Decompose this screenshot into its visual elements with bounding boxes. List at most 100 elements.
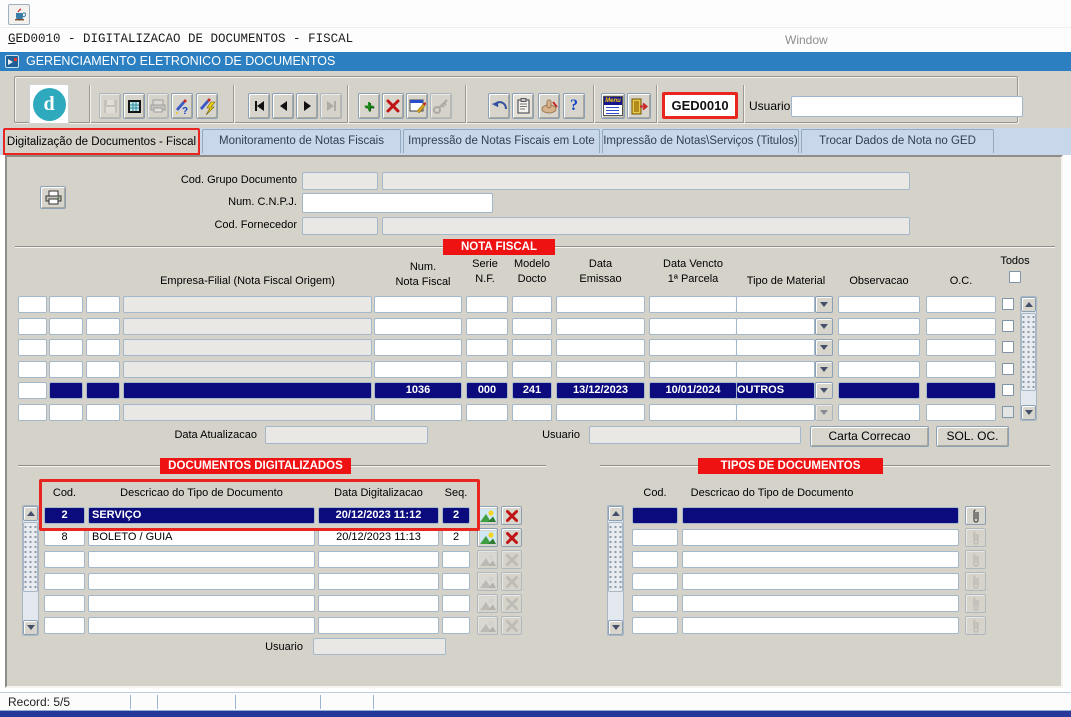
nf-oc-field[interactable] xyxy=(926,318,996,335)
menu-window-item[interactable]: Window xyxy=(785,33,828,47)
tipo-descricao-field[interactable] xyxy=(682,573,959,590)
tipo-material-dropdown[interactable] xyxy=(815,296,833,313)
menu-button[interactable]: Menu xyxy=(601,93,625,119)
nf-serie-field[interactable] xyxy=(466,339,508,356)
nf-modelo-field[interactable] xyxy=(512,318,552,335)
nf-row-checkbox[interactable] xyxy=(1002,384,1014,396)
nf-empresa-field[interactable] xyxy=(123,382,372,399)
todos-checkbox[interactable] xyxy=(1009,271,1021,283)
nf-vencto-field[interactable] xyxy=(649,339,737,356)
tipo-material-dropdown[interactable] xyxy=(815,382,833,399)
nf-tipo-material-field[interactable] xyxy=(736,296,815,313)
nf-serie-field[interactable]: 000 xyxy=(466,382,508,399)
nf-row-checkbox[interactable] xyxy=(1002,406,1014,418)
nf-sel-cell[interactable] xyxy=(86,404,120,421)
nf-row-checkbox[interactable] xyxy=(1002,363,1014,375)
nf-sel-cell[interactable] xyxy=(49,296,83,313)
exit-button[interactable] xyxy=(627,93,651,119)
nf-sel-cell[interactable] xyxy=(49,318,83,335)
tab-digitalizacao-documentos-fiscal[interactable]: Digitalização de Documentos - Fiscal xyxy=(3,128,200,155)
nf-sel-cell[interactable] xyxy=(18,296,47,313)
nf-num-field[interactable]: 1036 xyxy=(374,382,462,399)
tab-impressao-notas-servicos-titulos[interactable]: Impressão de Notas\Serviços (Titulos) xyxy=(602,129,799,153)
nf-tipo-material-field[interactable] xyxy=(736,339,815,356)
nf-modelo-field[interactable] xyxy=(512,404,552,421)
undo-button[interactable] xyxy=(488,93,510,119)
nf-sel-cell[interactable] xyxy=(86,382,120,399)
nf-vencto-field[interactable] xyxy=(649,296,737,313)
nf-oc-field[interactable] xyxy=(926,361,996,378)
tab-monitoramento-notas-fiscais[interactable]: Monitoramento de Notas Fiscais xyxy=(202,129,401,153)
nf-vencto-field[interactable]: 10/01/2024 xyxy=(649,382,737,399)
nf-num-field[interactable] xyxy=(374,296,462,313)
nf-vencto-field[interactable] xyxy=(649,404,737,421)
nf-observacao-field[interactable] xyxy=(838,318,920,335)
toolbar-usuario-input[interactable] xyxy=(791,96,1023,117)
nf-sel-cell[interactable] xyxy=(18,382,47,399)
first-record-button[interactable] xyxy=(248,93,270,119)
nf-oc-field[interactable] xyxy=(926,296,996,313)
nf-sel-cell[interactable] xyxy=(86,296,120,313)
tipo-cod-field[interactable] xyxy=(632,595,678,612)
nf-serie-field[interactable] xyxy=(466,361,508,378)
tipo-descricao-field[interactable] xyxy=(682,617,959,634)
nf-serie-field[interactable] xyxy=(466,404,508,421)
tipo-material-dropdown[interactable] xyxy=(815,318,833,335)
clipboard-button[interactable] xyxy=(512,93,534,119)
tipo-descricao-field[interactable] xyxy=(682,551,959,568)
num-cnpj-input[interactable] xyxy=(302,193,493,213)
nf-oc-field[interactable] xyxy=(926,339,996,356)
tipo-descricao-field[interactable] xyxy=(682,529,959,546)
nf-vencto-field[interactable] xyxy=(649,361,737,378)
scroll-down-button[interactable] xyxy=(1021,405,1036,420)
nf-num-field[interactable] xyxy=(374,318,462,335)
nf-observacao-field[interactable] xyxy=(838,382,920,399)
nf-emissao-field[interactable] xyxy=(556,318,645,335)
nf-oc-field[interactable] xyxy=(926,382,996,399)
nf-observacao-field[interactable] xyxy=(838,339,920,356)
nf-sel-cell[interactable] xyxy=(18,339,47,356)
nf-sel-cell[interactable] xyxy=(49,361,83,378)
nf-row-checkbox[interactable] xyxy=(1002,298,1014,310)
enter-query-button[interactable]: ? xyxy=(171,93,193,119)
nf-emissao-field[interactable] xyxy=(556,404,645,421)
tipo-descricao-field[interactable] xyxy=(682,595,959,612)
nf-tipo-material-field[interactable] xyxy=(736,361,815,378)
attach-document-button[interactable] xyxy=(965,506,986,525)
nf-row-checkbox[interactable] xyxy=(1002,320,1014,332)
scrollbar-thumb[interactable] xyxy=(1021,313,1036,391)
nf-serie-field[interactable] xyxy=(466,296,508,313)
previous-record-button[interactable] xyxy=(272,93,294,119)
nf-sel-cell[interactable] xyxy=(86,361,120,378)
nf-sel-cell[interactable] xyxy=(49,404,83,421)
nf-sel-cell[interactable] xyxy=(49,339,83,356)
nf-vencto-field[interactable] xyxy=(649,318,737,335)
nf-num-field[interactable] xyxy=(374,339,462,356)
edit-record-button[interactable] xyxy=(406,93,428,119)
tipo-cod-field[interactable] xyxy=(632,573,678,590)
menu-form-title[interactable]: GED0010 - DIGITALIZACAO DE DOCUMENTOS - … xyxy=(8,32,353,46)
nf-emissao-field[interactable] xyxy=(556,339,645,356)
nf-observacao-field[interactable] xyxy=(838,296,920,313)
nf-num-field[interactable] xyxy=(374,361,462,378)
help-button[interactable]: ? xyxy=(563,93,585,119)
nf-row-checkbox[interactable] xyxy=(1002,341,1014,353)
execute-query-button[interactable] xyxy=(196,93,218,119)
tipo-cod-field[interactable] xyxy=(632,551,678,568)
tipo-cod-field[interactable] xyxy=(632,529,678,546)
nf-observacao-field[interactable] xyxy=(838,361,920,378)
sol-oc-button[interactable]: SOL. OC. xyxy=(936,426,1009,447)
nf-sel-cell[interactable] xyxy=(18,404,47,421)
release-record-button[interactable] xyxy=(538,93,560,119)
nf-tipo-material-field[interactable] xyxy=(736,318,815,335)
tipo-material-dropdown[interactable] xyxy=(815,361,833,378)
scroll-up-button[interactable] xyxy=(1021,297,1036,312)
nf-tipo-material-field[interactable] xyxy=(736,404,815,421)
nf-tipo-material-field[interactable]: OUTROS xyxy=(736,382,815,399)
nf-emissao-field[interactable] xyxy=(556,296,645,313)
nf-modelo-field[interactable] xyxy=(512,361,552,378)
insert-record-button[interactable]: + xyxy=(358,93,380,119)
tipo-material-dropdown[interactable] xyxy=(815,339,833,356)
nf-oc-field[interactable] xyxy=(926,404,996,421)
nf-emissao-field[interactable] xyxy=(556,361,645,378)
